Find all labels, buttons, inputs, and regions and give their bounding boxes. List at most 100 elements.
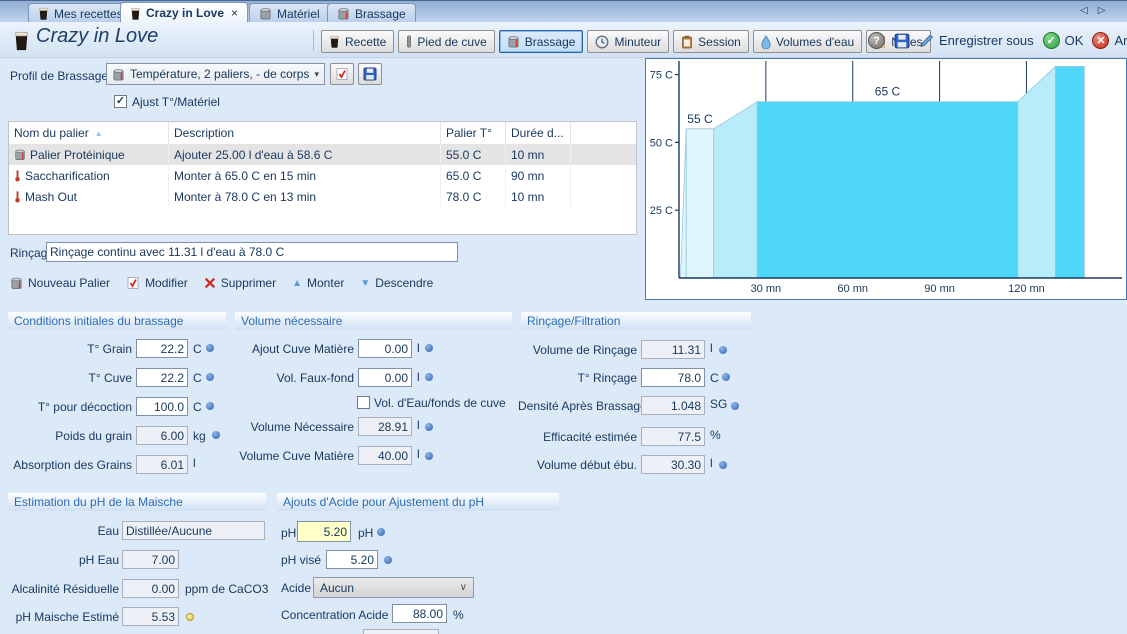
button-label: Minuteur bbox=[614, 35, 661, 49]
tab-mes-recettes[interactable]: Mes recettes bbox=[28, 3, 133, 23]
section-title-rincage: Rinçage/Filtration bbox=[521, 312, 751, 330]
profil-brassage-combobox[interactable]: Température, 2 paliers, - de corps ▾ bbox=[106, 63, 325, 85]
column-header-palier-t[interactable]: Palier T° bbox=[441, 122, 506, 144]
absorption-label: Absorption des Grains bbox=[8, 458, 132, 472]
close-tab-icon[interactable]: × bbox=[231, 6, 238, 20]
info-dot bbox=[206, 402, 214, 410]
info-dot bbox=[384, 556, 392, 564]
ajout-cuve-field[interactable] bbox=[358, 339, 412, 358]
acide-label: Acide bbox=[281, 581, 311, 595]
view-buttons: Recette Pied de cuve Brassage Minuteur S… bbox=[321, 30, 931, 53]
table-row[interactable]: Mash Out Monter à 78.0 C en 13 min 78.0 … bbox=[9, 186, 636, 207]
concentration-unit: % bbox=[453, 608, 464, 622]
ph-field[interactable] bbox=[297, 521, 351, 542]
column-header-filler bbox=[571, 122, 636, 144]
ph-maische-label: pH Maische Estimé bbox=[8, 610, 119, 624]
step-description: Monter à 65.0 C en 15 min bbox=[169, 165, 441, 186]
brassage-button[interactable]: Brassage bbox=[499, 30, 584, 53]
svg-text:120 mn: 120 mn bbox=[1008, 283, 1045, 295]
beer-glass-icon bbox=[13, 29, 30, 52]
t-cuve-field[interactable] bbox=[136, 368, 188, 387]
recette-button[interactable]: Recette bbox=[321, 30, 394, 53]
ajust-materiel-label: Ajust T°/Matériel bbox=[132, 95, 220, 109]
scroll-tabs-left-icon[interactable]: ◁ bbox=[1080, 5, 1088, 16]
descendre-button[interactable]: ▼ Descendre bbox=[360, 276, 433, 290]
step-name: Saccharification bbox=[25, 169, 110, 183]
tab-materiel[interactable]: Matériel bbox=[249, 3, 330, 23]
step-description: Monter à 78.0 C en 13 min bbox=[169, 186, 441, 207]
volumes-eau-button[interactable]: Volumes d'eau bbox=[753, 30, 862, 53]
volume-cuve-label: Volume Cuve Matière bbox=[232, 449, 354, 463]
t-decoction-unit: C bbox=[193, 400, 202, 414]
t-grain-field[interactable] bbox=[136, 339, 188, 358]
table-row[interactable]: Palier Protéinique Ajouter 25.00 l d'eau… bbox=[9, 144, 636, 165]
column-header-description[interactable]: Description bbox=[169, 122, 441, 144]
tab-crazy-in-love[interactable]: Crazy in Love × bbox=[120, 2, 248, 23]
rincage-input[interactable] bbox=[46, 242, 458, 262]
concentration-field[interactable] bbox=[392, 604, 447, 623]
minuteur-button[interactable]: Minuteur bbox=[587, 30, 669, 53]
vol-eau-fonds-label: Vol. d'Eau/fonds de cuve bbox=[374, 396, 506, 410]
cancel-button[interactable]: ✕ Annuler bbox=[1092, 32, 1127, 49]
clock-icon bbox=[595, 35, 609, 49]
session-button[interactable]: Session bbox=[673, 30, 749, 53]
tab-label: Brassage bbox=[355, 7, 406, 21]
save-icon[interactable] bbox=[894, 33, 910, 49]
toolbar-separator bbox=[313, 30, 314, 51]
pied-de-cuve-button[interactable]: Pied de cuve bbox=[398, 30, 494, 53]
step-name: Mash Out bbox=[25, 190, 77, 204]
t-cuve-unit: C bbox=[193, 371, 202, 385]
supprimer-button[interactable]: Supprimer bbox=[204, 276, 276, 290]
tab-brassage[interactable]: Brassage bbox=[327, 3, 416, 23]
densite-unit: SG bbox=[710, 397, 727, 411]
vol-eau-fonds-checkbox[interactable] bbox=[357, 396, 370, 409]
monter-button[interactable]: ▲ Monter bbox=[292, 276, 344, 290]
alcalinite-field bbox=[122, 579, 179, 598]
svg-text:65 C: 65 C bbox=[875, 85, 901, 99]
button-label: Volumes d'eau bbox=[776, 35, 854, 49]
svg-text:30 mn: 30 mn bbox=[751, 283, 782, 295]
button-label: Modifier bbox=[145, 276, 188, 290]
volume-necessaire-label: Volume Nécessaire bbox=[232, 420, 354, 434]
vial-icon bbox=[406, 35, 412, 48]
densite-label: Densité Après Brassage bbox=[518, 399, 637, 413]
acide-select[interactable]: Aucun ∨ bbox=[313, 577, 474, 598]
profil-brassage-label: Profil de Brassage bbox=[10, 69, 108, 83]
faux-fond-field[interactable] bbox=[358, 368, 412, 387]
title-bar: Crazy in Love Recette Pied de cuve Brass… bbox=[0, 22, 1127, 58]
absorption-unit: l bbox=[193, 456, 196, 470]
volume-ebu-field bbox=[641, 455, 705, 474]
modifier-button[interactable]: Modifier bbox=[126, 276, 188, 290]
ajout-cuve-label: Ajout Cuve Matière bbox=[232, 342, 354, 356]
poids-grain-field bbox=[136, 426, 188, 445]
t-decoction-field[interactable] bbox=[136, 397, 188, 416]
t-cuve-label: T° Cuve bbox=[8, 371, 132, 385]
button-label: Monter bbox=[307, 276, 344, 290]
ajust-materiel-checkbox[interactable]: ✓ bbox=[114, 95, 127, 108]
scroll-tabs-right-icon[interactable]: ▷ bbox=[1098, 5, 1106, 16]
button-label: Recette bbox=[345, 35, 386, 49]
ph-vise-field[interactable] bbox=[326, 550, 378, 569]
profil-value: Température, 2 paliers, - de corps bbox=[130, 67, 309, 81]
column-header-duree[interactable]: Durée d... bbox=[506, 122, 571, 144]
help-icon[interactable]: ? bbox=[868, 32, 885, 49]
save-as-button[interactable]: Enregistrer sous bbox=[919, 33, 1034, 48]
volume-necessaire-field bbox=[358, 417, 412, 436]
info-dot bbox=[425, 423, 433, 431]
tab-bar: Mes recettes Crazy in Love × Matériel Br… bbox=[0, 0, 1127, 22]
section-title-ph: Estimation du pH de la Maische bbox=[8, 493, 266, 511]
save-profile-button[interactable] bbox=[358, 63, 382, 85]
step-duration: 90 mn bbox=[506, 165, 571, 186]
t-rincage-field[interactable] bbox=[641, 368, 705, 387]
svg-text:25 C: 25 C bbox=[650, 205, 673, 217]
thermometer-icon bbox=[14, 169, 21, 182]
mash-tun-icon bbox=[337, 7, 350, 20]
ok-check-icon: ✓ bbox=[1043, 32, 1060, 49]
densite-field bbox=[641, 396, 705, 415]
edit-profile-button[interactable] bbox=[330, 63, 354, 85]
step-actions: Nouveau Palier Modifier Supprimer ▲ Mont… bbox=[10, 276, 433, 290]
ok-button[interactable]: ✓ OK bbox=[1043, 32, 1084, 49]
nouveau-palier-button[interactable]: Nouveau Palier bbox=[10, 276, 110, 290]
table-row[interactable]: Saccharification Monter à 65.0 C en 15 m… bbox=[9, 165, 636, 186]
column-header-nom-du-palier[interactable]: Nom du palier ▲ bbox=[9, 122, 169, 144]
